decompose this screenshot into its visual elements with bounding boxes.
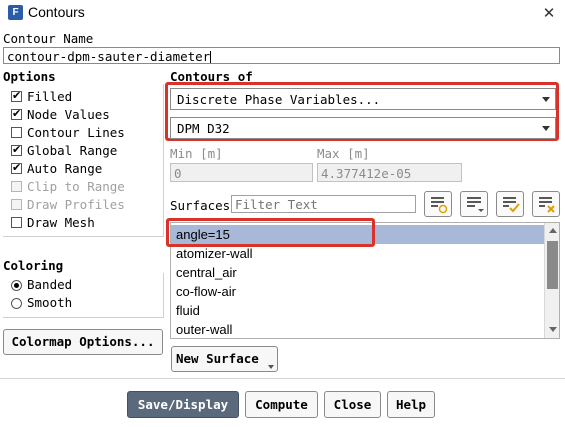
auto-range-checkbox[interactable]: Auto Range: [11, 160, 102, 177]
contour-name-label: Contour Name: [3, 31, 94, 46]
surface-item-outer-wall[interactable]: outer-wall: [176, 320, 232, 338]
list-check-icon: [503, 197, 520, 213]
draw-profiles-checkbox: Draw Profiles: [11, 196, 125, 213]
chevron-down-icon: [542, 126, 550, 131]
smooth-radio[interactable]: Smooth: [11, 295, 72, 312]
min-value-field: 0: [170, 163, 313, 182]
checkbox-unchecked-icon: [11, 127, 22, 138]
banded-radio[interactable]: Banded: [11, 277, 72, 294]
node-values-checkbox[interactable]: Node Values: [11, 106, 110, 123]
clip-to-range-checkbox: Clip to Range: [11, 178, 125, 195]
scroll-down-icon[interactable]: [549, 327, 557, 332]
close-window-button[interactable]: ✕: [538, 2, 560, 24]
surface-item-central-air[interactable]: central_air: [176, 263, 237, 282]
coloring-group: Banded Smooth: [3, 273, 164, 318]
close-button[interactable]: Close: [324, 391, 381, 418]
select-all-surfaces-button[interactable]: [424, 191, 452, 217]
filled-checkbox[interactable]: Filled: [11, 88, 72, 105]
list-menu-icon: [467, 197, 484, 212]
surfaces-filter-input[interactable]: [231, 195, 416, 213]
scroll-up-icon[interactable]: [549, 228, 557, 233]
max-value-field: 4.377412e-05: [317, 163, 462, 182]
compute-button[interactable]: Compute: [245, 391, 318, 418]
new-surface-button[interactable]: New Surface: [171, 346, 278, 372]
contour-lines-checkbox[interactable]: Contour Lines: [11, 124, 125, 141]
contours-category-dropdown[interactable]: Discrete Phase Variables...: [170, 88, 556, 110]
max-label: Max [m]: [317, 146, 370, 161]
checkbox-checked-icon: [11, 143, 22, 156]
chevron-down-icon: [542, 97, 550, 102]
surface-item-co-flow-air[interactable]: co-flow-air: [176, 282, 236, 301]
contour-name-input[interactable]: contour-dpm-sauter-diameter: [3, 47, 560, 64]
colormap-options-button[interactable]: Colormap Options...: [3, 329, 163, 355]
list-select-icon: [431, 197, 448, 214]
chevron-down-icon: [268, 365, 274, 369]
check-all-surfaces-button[interactable]: [496, 191, 524, 217]
min-label: Min [m]: [170, 146, 223, 161]
checkbox-unchecked-icon: [11, 217, 22, 228]
list-clear-icon: [539, 197, 555, 213]
save-display-button[interactable]: Save/Display: [127, 391, 239, 418]
radio-selected-icon: [11, 280, 22, 291]
deselect-all-surfaces-button[interactable]: [532, 191, 560, 217]
angle-15-highlight: [166, 218, 375, 247]
checkbox-disabled-icon: [11, 181, 22, 192]
coloring-label: Coloring: [3, 258, 64, 273]
window-title: Contours: [28, 4, 85, 20]
close-icon: ✕: [542, 4, 556, 22]
draw-mesh-checkbox[interactable]: Draw Mesh: [11, 214, 95, 231]
contours-variable-dropdown[interactable]: DPM D32: [170, 117, 556, 139]
global-range-checkbox[interactable]: Global Range: [11, 142, 117, 159]
divider: [0, 378, 565, 379]
fluent-app-icon: F: [8, 5, 23, 20]
options-group: Filled Node Values Contour Lines Global …: [3, 84, 164, 237]
surfaces-scrollbar[interactable]: [544, 223, 559, 338]
checkbox-disabled-icon: [11, 199, 22, 210]
checkbox-checked-icon: [11, 89, 22, 102]
scrollbar-thumb[interactable]: [547, 241, 558, 289]
surface-item-fluid[interactable]: fluid: [176, 301, 200, 320]
surfaces-label: Surfaces: [170, 198, 231, 213]
checkbox-checked-icon: [11, 107, 22, 120]
checkbox-checked-icon: [11, 161, 22, 174]
radio-unselected-icon: [11, 298, 22, 309]
help-button[interactable]: Help: [387, 391, 435, 418]
options-label: Options: [3, 69, 56, 84]
surface-list-menu-button[interactable]: [460, 191, 488, 217]
